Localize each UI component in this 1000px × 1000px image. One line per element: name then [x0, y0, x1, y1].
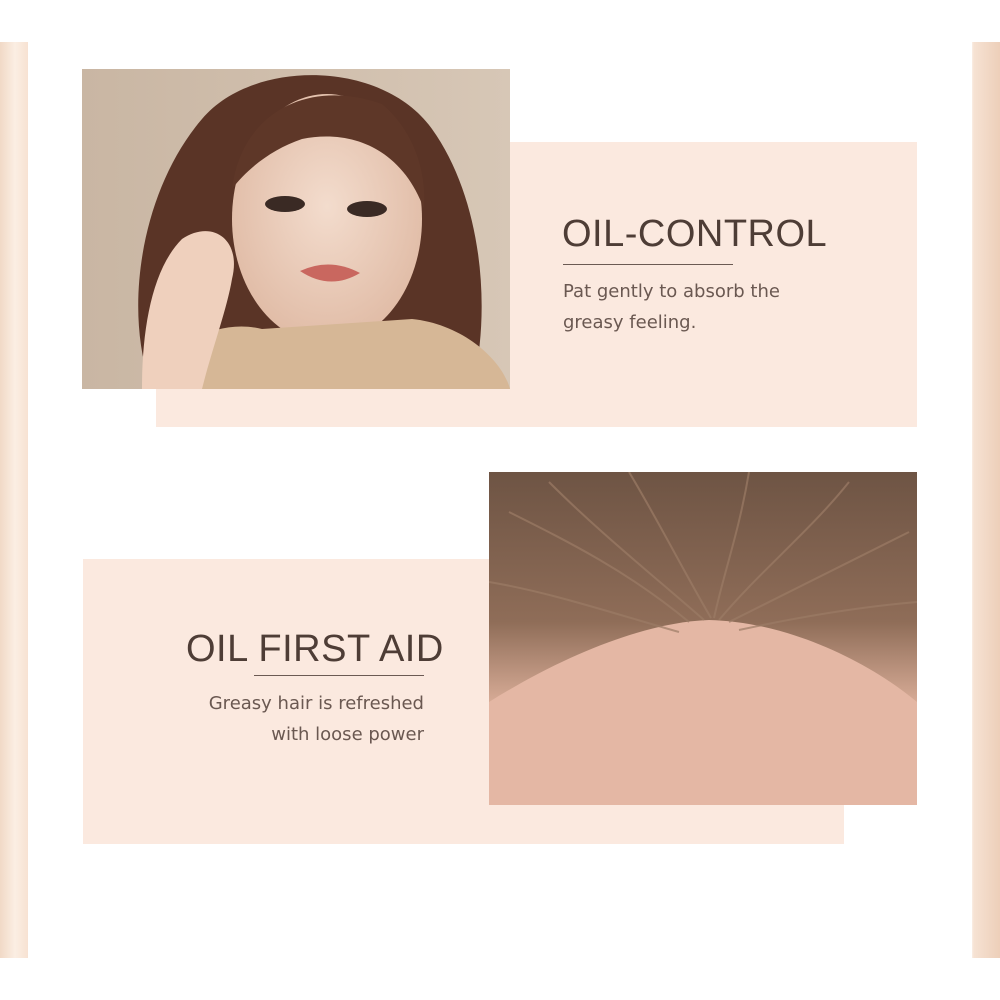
feature-2-description: Greasy hair is refreshed with loose powe… [184, 688, 424, 750]
feature-1-underline [563, 264, 733, 265]
feature-2-title: OIL FIRST AID [186, 628, 444, 670]
hair-closeup-image [489, 472, 917, 805]
feature-2-description-line-2: with loose power [271, 724, 424, 745]
feature-2-description-line-1: Greasy hair is refreshed [208, 693, 424, 714]
feature-1-description-line-1: Pat gently to absorb the [563, 281, 780, 302]
feature-1-description: Pat gently to absorb the greasy feeling. [563, 276, 780, 338]
woman-portrait-image [82, 69, 510, 389]
feature-2-underline [254, 675, 424, 676]
feature-1-title: OIL-CONTROL [562, 213, 828, 255]
feature-1-description-line-2: greasy feeling. [563, 312, 697, 333]
